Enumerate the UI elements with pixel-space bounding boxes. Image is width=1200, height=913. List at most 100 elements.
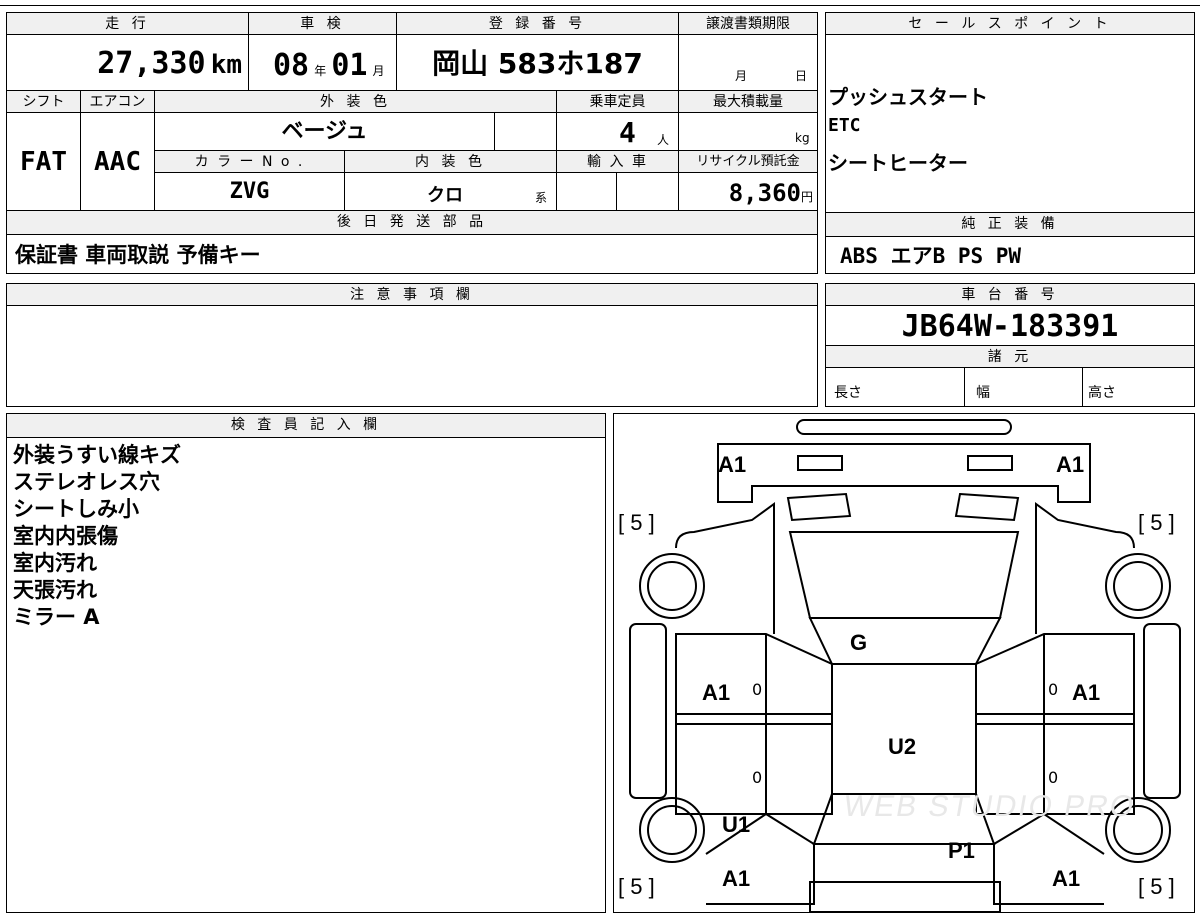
inspection-year-unit: 年: [314, 64, 327, 78]
label-zero-3: 0: [752, 768, 763, 787]
tire-front-left: [639, 553, 705, 619]
max-load-cell: kg: [679, 113, 817, 151]
exterior-color-extra: [495, 113, 557, 151]
notes-header: 注 意 事 項 欄: [7, 284, 817, 306]
standard-equipment-header: 純 正 装 備: [826, 213, 1194, 237]
label-rear-right-bottom: A1: [1052, 866, 1081, 891]
sales-points-panel: セ ー ル ス ポ イ ン ト プッシュスタート ETC シートヒーター: [825, 12, 1195, 213]
tire-rear-left: [639, 797, 705, 863]
label-rear-left: U1: [722, 812, 751, 837]
hood-lamp-right: [954, 492, 1020, 522]
header-mileage: 走 行: [7, 13, 249, 35]
spec-height: 高さ: [1088, 385, 1116, 401]
capacity-unit: 人: [657, 133, 670, 147]
sales-point-1: プッシュスタート: [828, 85, 988, 109]
chassis-header: 車 台 番 号: [826, 284, 1194, 306]
sales-point-2: ETC: [828, 115, 861, 136]
max-load-unit: kg: [795, 131, 810, 145]
label-door-right: A1: [1072, 680, 1101, 705]
transfer-month-unit: 月: [735, 69, 748, 83]
mileage-cell: 27,330 km: [7, 35, 249, 91]
import-cell-b: [617, 173, 679, 211]
inspection-month-unit: 月: [372, 64, 385, 78]
recycle-fee-cell: 8,360円: [679, 173, 817, 211]
front-fender-right: [1035, 502, 1135, 634]
rear-body-right: [993, 812, 1105, 905]
vehicle-info-table: 走 行 車 検 登 録 番 号 譲渡書類期限 27,330 km 08 年 01…: [6, 12, 818, 274]
inspector-note: ミラー A: [13, 605, 100, 629]
inspector-note: 室内汚れ: [13, 551, 97, 575]
capacity-value: 4: [619, 116, 636, 149]
label-windshield: G: [850, 630, 868, 655]
inspector-note: シートしみ小: [13, 497, 139, 521]
label-zero-2: 0: [1048, 680, 1059, 699]
header-later-parts: 後 日 発 送 部 品: [7, 211, 817, 235]
interior-color-cell: クロ 系: [345, 173, 557, 211]
label-front-left: A1: [718, 452, 747, 477]
label-tire-fl: [ 5 ]: [618, 510, 655, 535]
headlight-right: [967, 455, 1013, 471]
label-tire-rl: [ 5 ]: [618, 874, 655, 899]
label-tire-fr: [ 5 ]: [1138, 510, 1175, 535]
top-cutoff-row: [0, 0, 1200, 6]
aircon-value: AAC: [81, 113, 155, 211]
tire-rear-left-inner: [647, 805, 697, 855]
label-rear-left-bottom: A1: [722, 866, 751, 891]
inspector-note: 室内内張傷: [13, 524, 118, 548]
inspector-panel: 検 査 員 記 入 欄 外装うすい線キズ ステレオレス穴 シートしみ小 室内内張…: [6, 413, 606, 913]
car-diagram-panel: WEB STUDIO PRO A1 A1 [ 5 ] [ 5 ] G A1 A1…: [613, 413, 1195, 913]
registration-number: 岡山 583ホ187: [397, 35, 679, 91]
roof: [831, 663, 977, 795]
hood: [788, 531, 1020, 619]
inspection-month: 01: [331, 48, 368, 83]
header-recycle-fee: リサイクル預託金: [679, 151, 817, 173]
inspector-header: 検 査 員 記 入 欄: [7, 414, 605, 438]
spec-length: 長さ: [834, 385, 862, 401]
later-parts-value: 保証書 車両取説 予備キー: [15, 243, 261, 267]
front-fender-left: [675, 502, 775, 634]
chassis-number: JB64W-183391: [826, 306, 1194, 346]
specs-header: 諸 元: [826, 346, 1194, 368]
sales-points-header: セ ー ル ス ポ イ ン ト: [826, 13, 1194, 35]
header-interior-color: 内 装 色: [345, 151, 557, 173]
spec-width: 幅: [976, 385, 990, 401]
rear-bumper: [809, 881, 1001, 912]
recycle-fee-unit: 円: [800, 190, 813, 204]
header-import: 輸 入 車: [557, 151, 679, 173]
watermark: WEB STUDIO PRO: [841, 790, 1139, 823]
transfer-day-unit: 日: [795, 69, 808, 83]
inspector-note: ステレオレス穴: [13, 470, 160, 494]
label-rear-center: P1: [948, 838, 975, 863]
label-door-left: A1: [702, 680, 731, 705]
tire-front-left-inner: [647, 561, 697, 611]
inspection-cell: 08 年 01 月: [249, 35, 397, 91]
transfer-deadline-cell: 月 日: [679, 35, 817, 91]
exterior-color-value: ベージュ: [155, 113, 495, 151]
label-roof: U2: [888, 734, 917, 759]
capacity-cell: 4 人: [557, 113, 679, 151]
header-registration: 登 録 番 号: [397, 13, 679, 35]
headlight-left: [797, 455, 843, 471]
interior-color-suffix: 系: [535, 191, 548, 205]
chassis-panel: 車 台 番 号 JB64W-183391 諸 元 長さ 幅 高さ: [825, 283, 1195, 407]
label-front-right: A1: [1056, 452, 1085, 477]
label-zero-4: 0: [1048, 768, 1059, 787]
shift-value: FAT: [7, 113, 81, 211]
side-right: [1143, 623, 1181, 799]
side-left: [629, 623, 667, 799]
hood-lamp-left: [786, 492, 852, 522]
inspector-notes-list: 外装うすい線キズ ステレオレス穴 シートしみ小 室内内張傷 室内汚れ 天張汚れ …: [13, 442, 181, 631]
label-tire-rr: [ 5 ]: [1138, 874, 1175, 899]
windshield: [808, 617, 1002, 665]
import-cell-a: [557, 173, 617, 211]
header-max-load: 最大積載量: [679, 91, 817, 113]
car-diagram: [629, 419, 1181, 912]
header-color-no: カ ラ ー N o .: [155, 151, 345, 173]
mileage-value: 27,330: [97, 46, 206, 81]
notes-panel: 注 意 事 項 欄: [6, 283, 818, 407]
inspector-note: 外装うすい線キズ: [13, 443, 181, 467]
standard-equipment-value: ABS エアB PS PW: [840, 244, 1022, 268]
spec-divider-2: [1082, 368, 1083, 406]
header-exterior-color: 外 装 色: [155, 91, 557, 113]
header-capacity: 乗車定員: [557, 91, 679, 113]
